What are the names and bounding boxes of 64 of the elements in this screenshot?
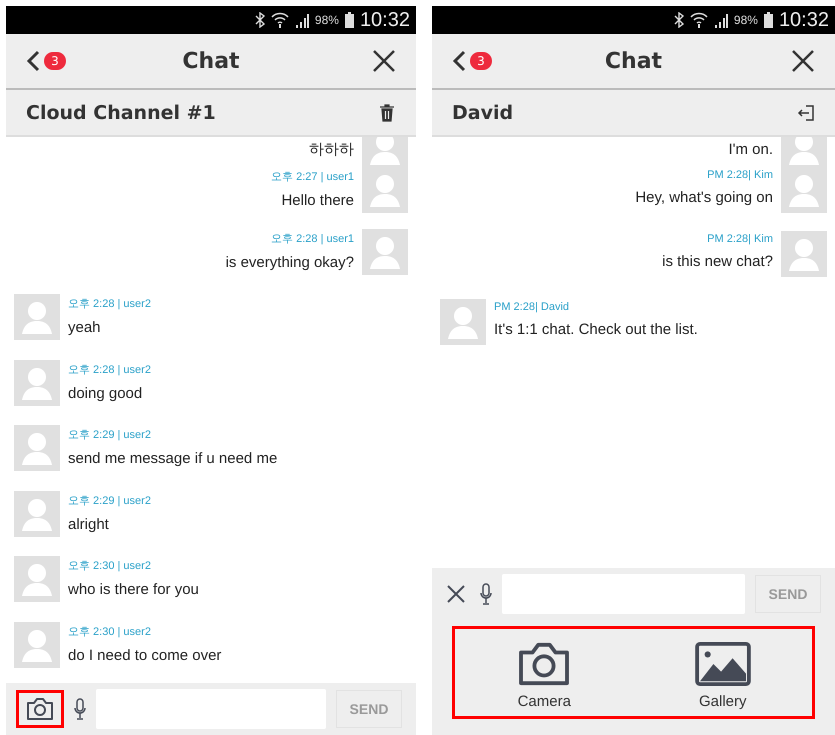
exit-icon[interactable] xyxy=(797,104,815,122)
battery-icon xyxy=(344,12,354,28)
camera-icon xyxy=(25,697,55,721)
message-text: Hello there xyxy=(281,192,354,209)
message-meta: 오후 2:30 | user2 xyxy=(68,559,152,573)
battery-percent: 98% xyxy=(314,13,339,27)
trash-icon[interactable] xyxy=(378,104,396,122)
avatar-placeholder xyxy=(440,299,486,345)
screen-title: Chat xyxy=(604,48,664,74)
message-text: I'm on. xyxy=(728,140,773,158)
message-meta: 오후 2:28 | user1 xyxy=(271,232,354,246)
signal-icon xyxy=(294,12,309,28)
back-icon[interactable] xyxy=(452,50,466,72)
message-text: doing good xyxy=(68,384,144,402)
screen-title: Chat xyxy=(181,48,241,74)
avatar-placeholder xyxy=(781,231,827,277)
unread-count-badge: 3 xyxy=(470,52,492,70)
message-meta: PM 2:28| Kim xyxy=(707,169,773,181)
message-meta: 오후 2:28 | user2 xyxy=(68,362,151,376)
close-icon xyxy=(446,584,466,604)
clock-time: 10:32 xyxy=(360,8,410,32)
attach-option[interactable]: Camera xyxy=(503,637,586,714)
microphone-icon[interactable] xyxy=(74,698,86,720)
close-icon[interactable] xyxy=(372,49,396,73)
avatar-placeholder xyxy=(14,294,60,340)
message-text: yeah xyxy=(68,319,102,336)
avatar-placeholder xyxy=(14,622,60,668)
avatar-placeholder xyxy=(14,360,60,406)
unread-count-badge: 3 xyxy=(44,52,66,70)
battery-icon xyxy=(764,12,773,28)
back-icon[interactable] xyxy=(26,50,40,72)
avatar-placeholder xyxy=(14,425,60,471)
message-meta: 오후 2:29 | user2 xyxy=(68,494,151,508)
channel-name: David xyxy=(452,102,514,124)
wifi-icon xyxy=(270,12,289,28)
message-text: is everything okay? xyxy=(226,254,354,270)
avatar-placeholder xyxy=(362,228,408,274)
message-text: do I need to come over xyxy=(68,646,222,664)
avatar-placeholder xyxy=(14,556,60,602)
attach-option[interactable]: Gallery xyxy=(682,637,764,714)
channel-name: Cloud Channel #1 xyxy=(26,102,216,124)
message-text: is this new chat? xyxy=(662,253,773,270)
wifi-icon xyxy=(690,12,708,28)
bluetooth-icon xyxy=(674,12,684,28)
message-meta: 오후 2:27 | user1 xyxy=(271,170,354,184)
message-meta: PM 2:28| Kim xyxy=(707,233,773,245)
message-meta: 오후 2:29 | user2 xyxy=(68,428,152,442)
message-text: alright xyxy=(68,516,110,532)
avatar-placeholder xyxy=(14,490,60,536)
close-icon[interactable] xyxy=(791,49,815,73)
message-text: 하하하 xyxy=(309,140,354,158)
signal-icon xyxy=(714,12,728,28)
message-meta: 오후 2:30 | user2 xyxy=(68,624,152,638)
bluetooth-icon xyxy=(254,12,265,28)
battery-percent: 98% xyxy=(734,13,758,27)
message-text: who is there for you xyxy=(68,581,199,598)
message-text: send me message if u need me xyxy=(68,450,278,467)
microphone-icon[interactable] xyxy=(480,583,492,605)
message-meta: 오후 2:28 | user2 xyxy=(68,297,151,311)
message-text: It's 1:1 chat. Check out the list. xyxy=(494,321,698,338)
clock-time: 10:32 xyxy=(778,8,829,32)
message-meta: PM 2:28| David xyxy=(494,301,570,313)
message-text: Hey, what's going on xyxy=(635,189,773,206)
camera-button[interactable] xyxy=(16,690,64,728)
